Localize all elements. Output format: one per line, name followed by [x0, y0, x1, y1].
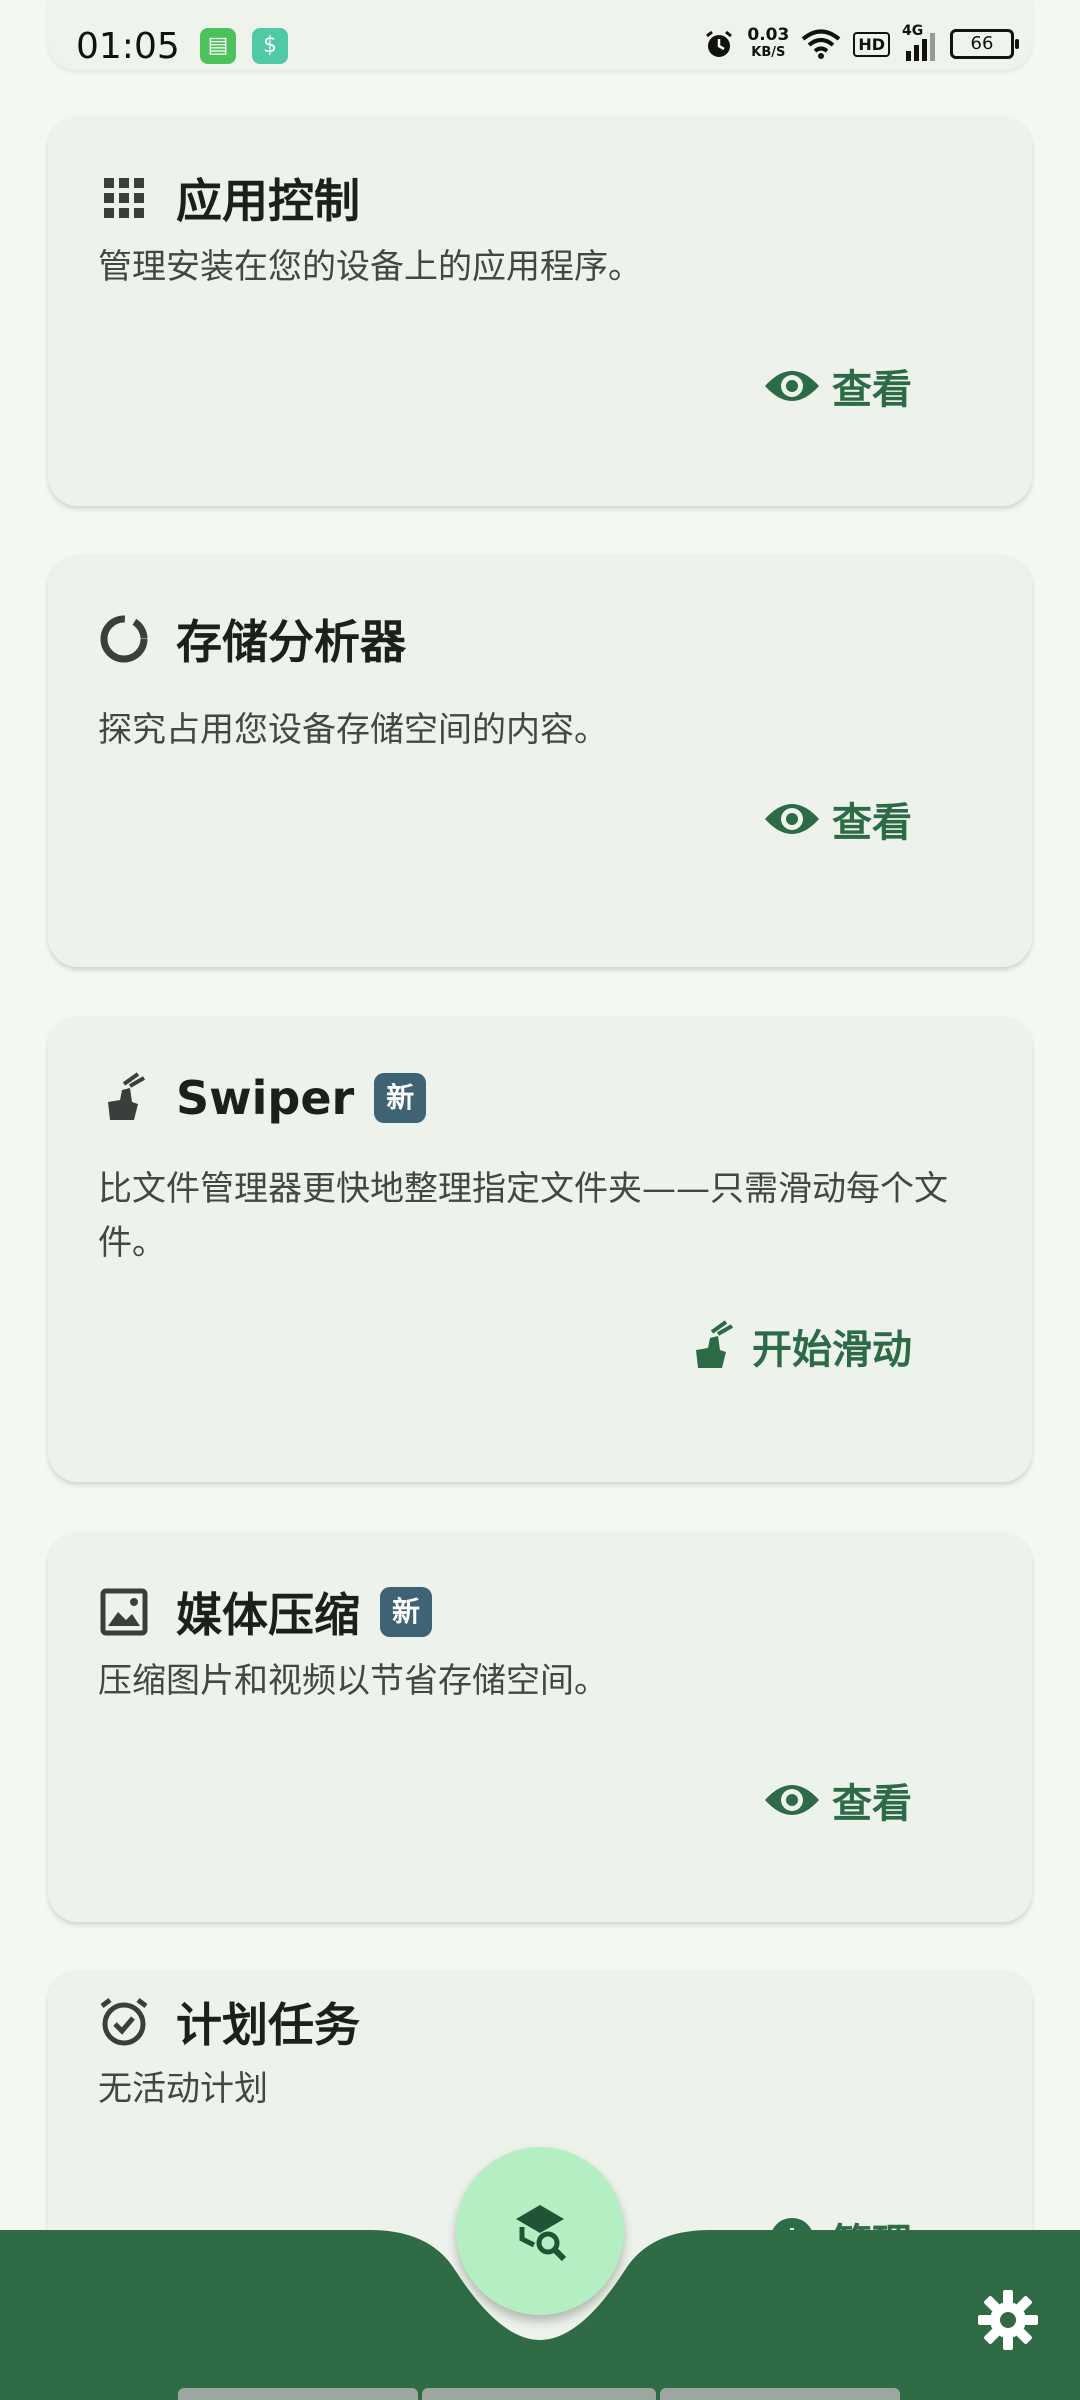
grid-icon	[98, 172, 150, 224]
card-header: Swiper 新	[98, 1066, 427, 1130]
card-header: 计划任务	[98, 1990, 360, 2054]
search-storage-icon	[516, 2205, 567, 2262]
card-header: 媒体压缩 新	[98, 1580, 433, 1644]
view-button[interactable]: 查看	[762, 789, 912, 849]
donut-chart-icon	[98, 613, 150, 665]
start-swiping-label: 开始滑动	[752, 1327, 912, 1373]
card-description: 探究占用您设备存储空间的内容。	[98, 710, 608, 750]
shield-notification-icon: $	[252, 28, 288, 64]
network-speed-value: 0.03	[747, 25, 790, 45]
gesture-bar-right	[660, 2388, 900, 2400]
status-time: 01:05	[76, 26, 180, 67]
swipe-icon	[682, 1316, 742, 1376]
card-description: 无活动计划	[98, 2069, 268, 2109]
status-right-group: 0.03 KB/S HD 4G 66	[703, 23, 1019, 64]
card-title: 计划任务	[176, 1998, 360, 2052]
view-button-label: 查看	[832, 800, 912, 846]
card-title: 存储分析器	[176, 615, 406, 669]
settings-button[interactable]	[968, 2280, 1048, 2360]
card-header: 应用控制	[98, 166, 360, 230]
signal-icon	[906, 33, 935, 61]
card-title: 应用控制	[176, 174, 360, 228]
image-icon	[98, 1586, 150, 1638]
network-speed-unit: KB/S	[751, 45, 786, 60]
card-description: 管理安装在您的设备上的应用程序。	[98, 247, 642, 287]
card-app-control: 应用控制 管理安装在您的设备上的应用程序。 查看	[48, 116, 1032, 506]
signal-group: 4G	[902, 23, 938, 61]
view-button-label: 查看	[832, 367, 912, 413]
message-notification-icon: ▤	[200, 28, 236, 64]
view-button-label: 查看	[832, 1781, 912, 1827]
view-button[interactable]: 查看	[762, 356, 912, 416]
eye-icon	[762, 1770, 822, 1830]
network-speed: 0.03 KB/S	[747, 27, 789, 61]
card-header: 存储分析器	[98, 607, 406, 671]
hd-badge: HD	[853, 31, 890, 57]
card-storage-analyzer: 存储分析器 探究占用您设备存储空间的内容。 查看	[48, 555, 1032, 967]
eye-icon	[762, 356, 822, 416]
gesture-bar-left	[178, 2388, 418, 2400]
gear-icon	[978, 2290, 1038, 2350]
gesture-bar-middle	[422, 2388, 656, 2400]
wifi-icon	[802, 29, 841, 59]
card-media-compression: 媒体压缩 新 压缩图片和视频以节省存储空间。 查看	[48, 1532, 1032, 1922]
start-swiping-button[interactable]: 开始滑动	[682, 1316, 912, 1376]
view-button[interactable]: 查看	[762, 1770, 912, 1830]
swipe-icon	[98, 1072, 150, 1124]
card-title: Swiper	[176, 1071, 355, 1125]
card-title: 媒体压缩	[176, 1588, 360, 1642]
analyze-fab-button[interactable]	[456, 2147, 624, 2315]
new-badge: 新	[380, 1587, 433, 1637]
card-description: 比文件管理器更快地整理指定文件夹——只需滑动每个文件。	[98, 1169, 948, 1263]
eye-icon	[762, 789, 822, 849]
alarm-icon	[98, 1996, 150, 2048]
card-swiper: Swiper 新 比文件管理器更快地整理指定文件夹——只需滑动每个文件。 开始滑…	[48, 1016, 1032, 1482]
new-badge: 新	[374, 1073, 427, 1123]
card-description: 压缩图片和视频以节省存储空间。	[98, 1661, 608, 1701]
alarm-status-icon	[706, 30, 733, 57]
battery-indicator: 66	[950, 29, 1019, 59]
status-bar: 01:05 ▤ $ 0.03 KB/S HD 4G 66	[48, 0, 1032, 70]
app-screen: 01:05 ▤ $ 0.03 KB/S HD 4G 66 应用控制 管理安装在您…	[0, 0, 1080, 2400]
